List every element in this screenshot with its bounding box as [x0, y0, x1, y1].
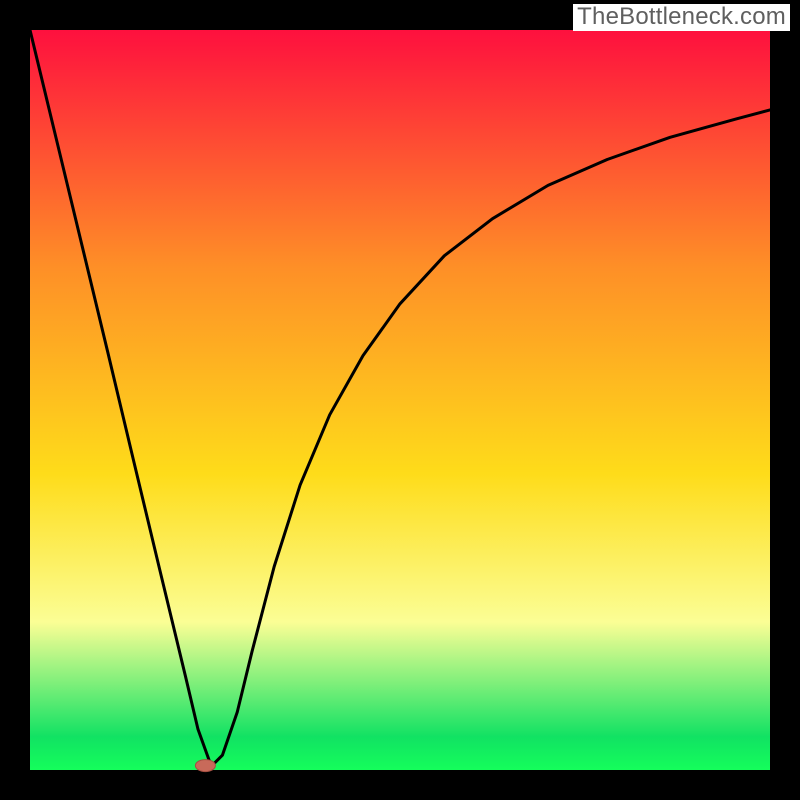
minimum-marker — [195, 760, 215, 772]
chart-frame: TheBottleneck.com — [0, 0, 800, 800]
chart-svg — [0, 0, 800, 800]
watermark-text: TheBottleneck.com — [573, 4, 790, 31]
